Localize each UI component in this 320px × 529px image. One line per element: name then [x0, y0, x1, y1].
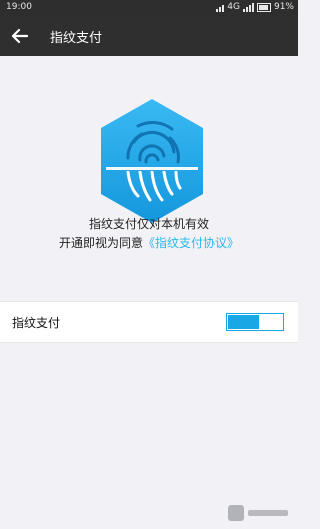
- fingerprint-icon: [101, 99, 203, 223]
- battery-icon: [256, 2, 271, 12]
- watermark-logo: [228, 503, 292, 523]
- wifi-icon: [216, 3, 225, 12]
- fingerprint-pay-label: 指纹支付: [12, 316, 61, 330]
- app-bar: 指纹支付: [0, 16, 298, 56]
- main-content: 指纹支付仅对本机有效 开通即视为同意《指纹支付协议》 指纹支付: [0, 56, 298, 529]
- fingerprint-notice: 指纹支付仅对本机有效: [88, 217, 209, 231]
- status-right-group: 4G 91%: [216, 2, 294, 12]
- agreement-link[interactable]: 《指纹支付协议》: [143, 236, 239, 250]
- watermark-logo-icon: [228, 505, 244, 521]
- network-type: 4G: [227, 2, 240, 12]
- signal-icon: [242, 2, 254, 12]
- fingerprint-pay-setting-row: 指纹支付: [0, 301, 298, 343]
- back-arrow-icon[interactable]: [8, 24, 32, 48]
- toggle-fill: [228, 315, 259, 329]
- battery-level: 91%: [273, 2, 294, 12]
- status-bar: 19:00 4G 91%: [0, 0, 298, 16]
- agreement-notice: 开通即视为同意《指纹支付协议》: [0, 234, 298, 251]
- fingerprint-pay-toggle[interactable]: [226, 313, 284, 331]
- page-title: 指纹支付: [50, 31, 103, 46]
- status-time: 19:00: [6, 2, 32, 12]
- watermark-logo-bar: [248, 510, 288, 516]
- agreement-prefix: 开通即视为同意: [58, 236, 143, 250]
